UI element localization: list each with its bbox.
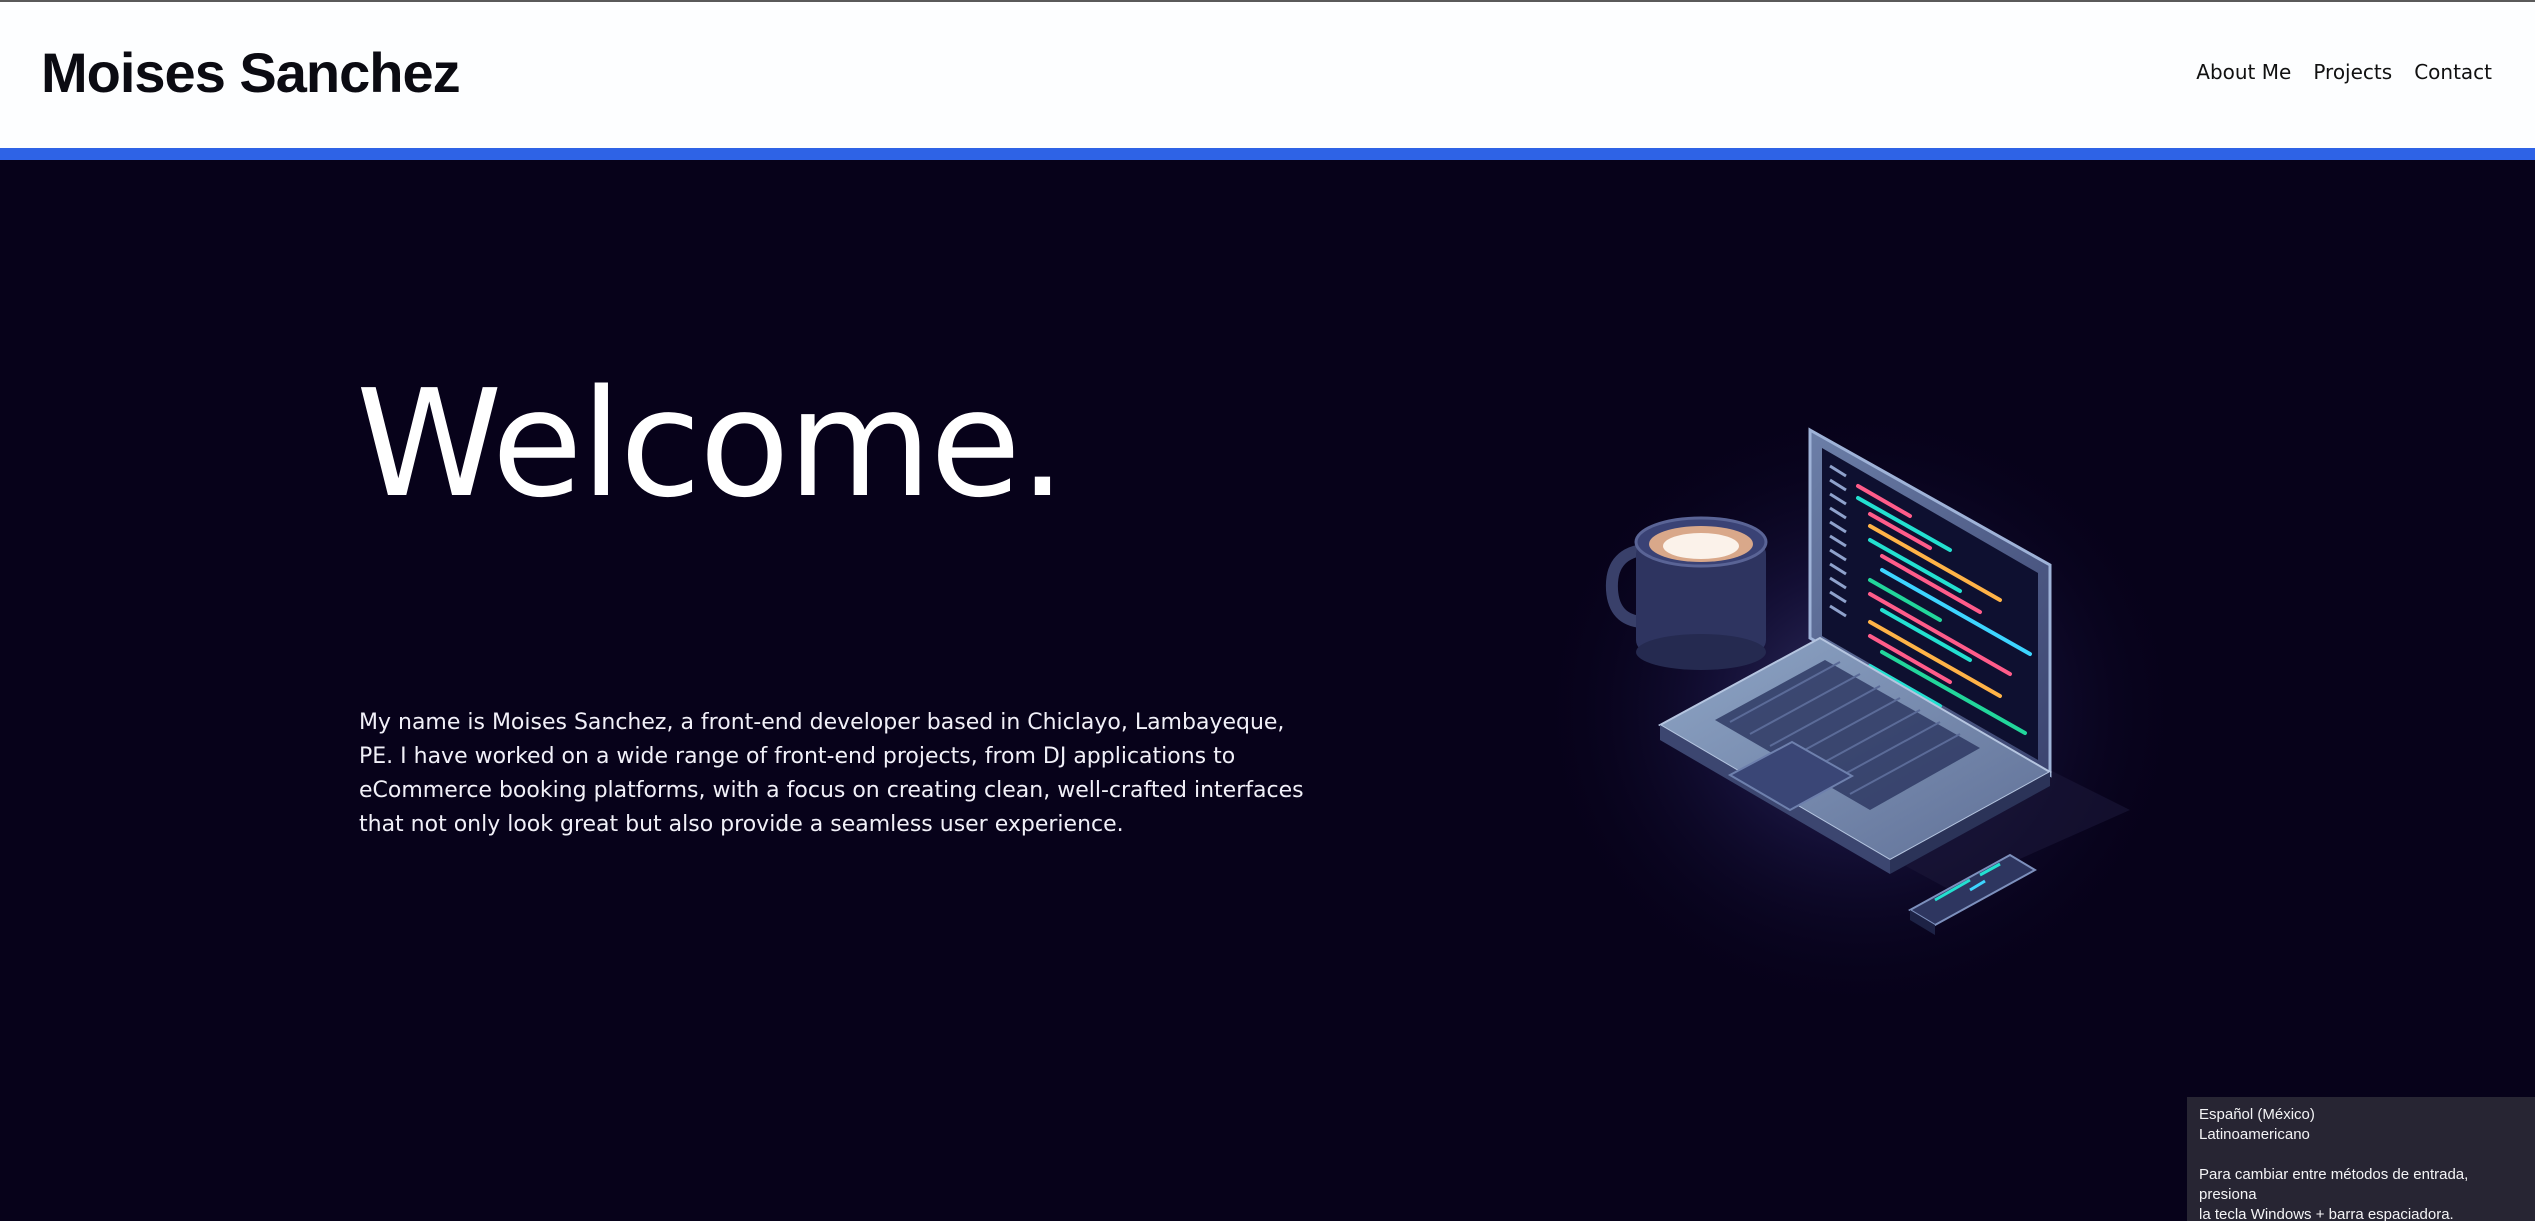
illustration-svg [1530,400,2190,1020]
hero-title: Welcome. [356,358,1066,530]
portfolio-page: Moises Sanchez About Me Projects Contact… [0,0,2535,1221]
nav-contact[interactable]: Contact [2414,60,2492,84]
ime-spacer [2199,1145,2523,1165]
input-method-tooltip: Español (México) Latinoamericano Para ca… [2187,1097,2535,1221]
site-header: Moises Sanchez About Me Projects Contact [0,2,2535,148]
site-logo[interactable]: Moises Sanchez [41,38,461,108]
laptop-coffee-phone-illustration [1530,380,2190,1020]
ime-layout: Latinoamericano [2199,1126,2310,1143]
main-nav: About Me Projects Contact [2196,60,2492,84]
header-accent-bar [0,148,2535,160]
nav-about-me[interactable]: About Me [2196,60,2291,84]
nav-projects[interactable]: Projects [2313,60,2392,84]
ime-language: Español (México) [2199,1106,2315,1123]
hero-intro-text: My name is Moises Sanchez, a front-end d… [359,710,1304,837]
ime-hint-line1: Para cambiar entre métodos de entrada, p… [2199,1166,2469,1203]
ime-hint-line2: la tecla Windows + barra espaciadora. [2199,1206,2454,1221]
